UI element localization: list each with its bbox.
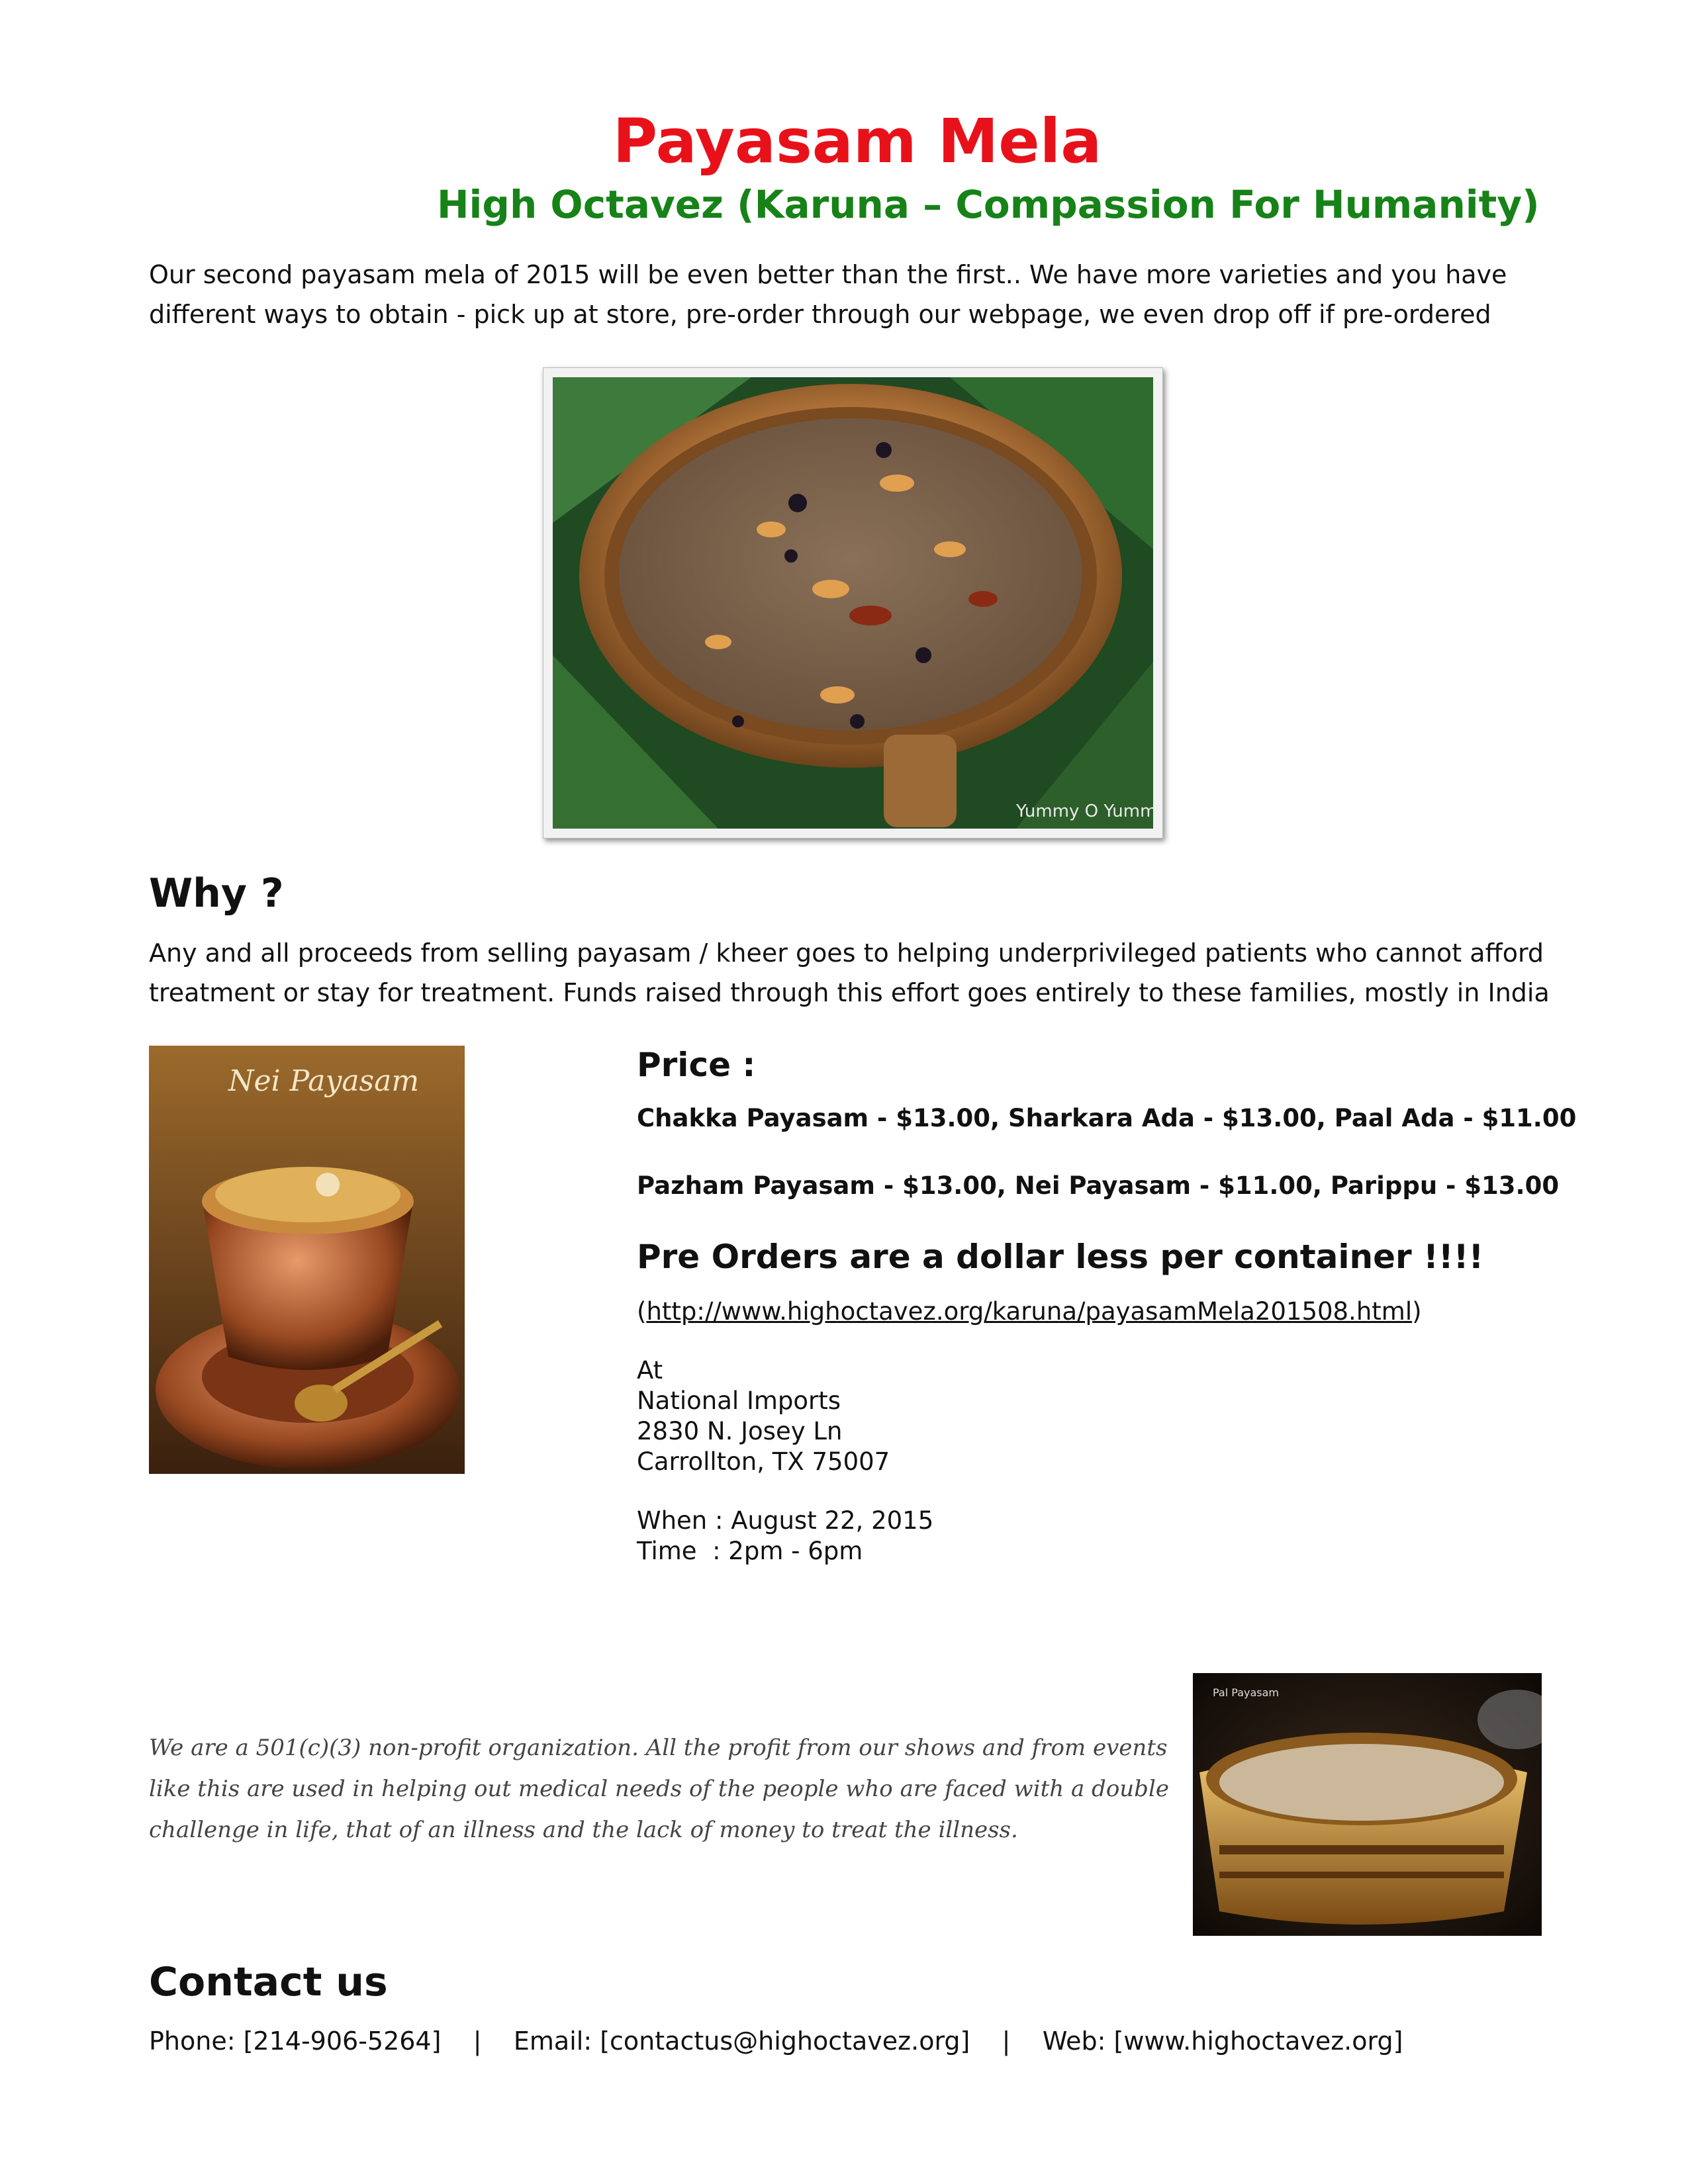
schedule-date: When : August 22, 2015 [637,1506,934,1535]
preorder-link[interactable]: http://www.highoctavez.org/karuna/payasa… [646,1297,1412,1326]
price-line-1: Chakka Payasam - $13.00, Sharkara Ada - … [637,1104,1577,1132]
separator: | [473,2026,482,2056]
pal-payasam-label: Pal Payasam [1213,1686,1279,1699]
url-open-paren: ( [637,1297,647,1326]
why-paragraph: Any and all proceeds from selling payasa… [149,938,1550,1007]
why-heading: Why ? [149,870,284,917]
page-subtitle: High Octavez (Karuna – Compassion For Hu… [437,182,1540,227]
schedule-time: Time : 2pm - 6pm [637,1537,863,1565]
location-street: 2830 N. Josey Ln [637,1417,843,1445]
contact-heading: Contact us [149,1959,388,2005]
contact-line: Phone: [214-906-5264] | Email: [contactu… [149,2026,1403,2056]
price-heading: Price : [637,1046,756,1084]
contact-email[interactable]: Email: [contactus@highoctavez.org] [514,2026,970,2056]
svg-text:Yummy O Yummy: Yummy O Yummy [1015,801,1153,821]
location-at: At [637,1356,663,1385]
intro-paragraph: Our second payasam mela of 2015 will be … [149,260,1507,329]
payasam-photo: Yummy O Yummy [543,367,1163,839]
location-block: At National Imports 2830 N. Josey Ln Car… [637,1355,890,1477]
contact-phone: Phone: [214-906-5264] [149,2026,442,2056]
page-title: Payasam Mela [612,106,1102,177]
nonprofit-paragraph: We are a 501(c)(3) non-profit organizati… [149,1735,1169,1843]
schedule-block: When : August 22, 2015 Time : 2pm - 6pm [637,1506,933,1567]
nei-payasam-label: Nei Payasam [228,1064,420,1098]
separator: | [1002,2026,1011,2056]
location-name: National Imports [637,1387,841,1415]
location-city: Carrollton, TX 75007 [637,1447,890,1476]
price-line-2: Pazham Payasam - $13.00, Nei Payasam - $… [637,1171,1560,1200]
preorder-heading: Pre Orders are a dollar less per contain… [637,1238,1484,1276]
preorder-url-line: (http://www.highoctavez.org/karuna/payas… [637,1297,1422,1326]
pal-payasam-photo: Pal Payasam [1193,1673,1542,1936]
url-close-paren: ) [1412,1297,1422,1326]
nei-payasam-photo: Nei Payasam [149,1046,465,1474]
contact-web[interactable]: Web: [www.highoctavez.org] [1043,2026,1403,2056]
